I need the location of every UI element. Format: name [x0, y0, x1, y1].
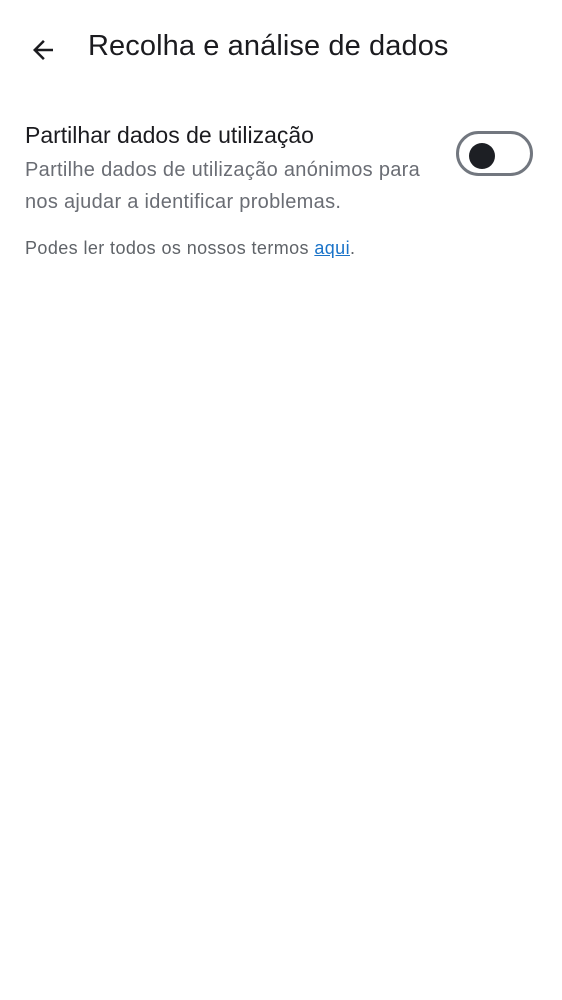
share-usage-data-setting[interactable]: Partilhar dados de utilização Partilhe d…: [0, 112, 562, 222]
terms-prefix: Podes ler todos os nossos termos: [25, 238, 315, 258]
setting-description: Partilhe dados de utilização anónimos pa…: [25, 159, 421, 213]
setting-title: Partilhar dados de utilização: [25, 122, 314, 148]
back-button[interactable]: [19, 26, 67, 74]
page-title: Recolha e análise de dados: [88, 30, 449, 62]
toggle-thumb: [469, 142, 495, 169]
share-usage-data-toggle[interactable]: [456, 131, 533, 176]
arrow-left-icon: [28, 35, 58, 65]
terms-text: Podes ler todos os nossos termos aqui.: [25, 238, 355, 259]
terms-suffix: .: [349, 238, 356, 258]
terms-link[interactable]: aqui: [314, 238, 350, 258]
app-bar: Recolha e análise de dados: [0, 0, 562, 100]
